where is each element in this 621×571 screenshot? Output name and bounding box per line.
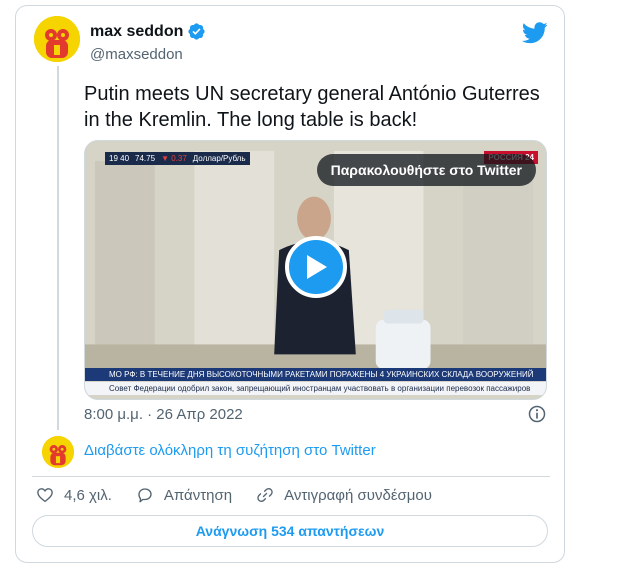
twitter-bird-icon[interactable] xyxy=(522,22,548,44)
reply-label: Απάντηση xyxy=(163,486,233,504)
thread-connector-line xyxy=(57,66,59,430)
ticker-value: 74.75 xyxy=(135,154,156,163)
news-subline-bar: Совет Федерации одобрил закон, запрещающ… xyxy=(85,382,546,395)
tweet-embed-card: max seddon @maxseddon Putin meets UN sec… xyxy=(15,5,565,563)
play-button[interactable] xyxy=(284,236,347,298)
tweet-timestamp[interactable]: 8:00 μ.μ. · 26 Απρ 2022 xyxy=(84,406,243,423)
author-name-row[interactable]: max seddon xyxy=(90,22,206,41)
video-media[interactable]: 19 40 74.75 ▼ 0.37 Доллар/Рубль РОССИЯ 2… xyxy=(84,140,547,400)
read-replies-button[interactable]: Ανάγνωση 534 απαντήσεων xyxy=(32,515,548,547)
like-count: 4,6 χιλ. xyxy=(64,486,112,504)
ticker-pair: Доллар/Рубль xyxy=(192,154,246,163)
reply-action[interactable]: Απάντηση xyxy=(136,486,232,504)
verified-badge-icon xyxy=(188,23,205,40)
heart-icon xyxy=(37,488,53,503)
ticker-change: ▼ 0.37 xyxy=(161,154,187,163)
author-handle[interactable]: @maxseddon xyxy=(90,46,183,63)
watch-on-twitter-button[interactable]: Παρακολουθήστε στο Twitter xyxy=(316,154,536,186)
play-icon xyxy=(306,255,327,279)
news-headline-bar: МО РФ: В ТЕЧЕНИЕ ДНЯ ВЫСОКОТОЧНЫМИ РАКЕТ… xyxy=(85,368,546,381)
author-display-name[interactable]: max seddon xyxy=(90,23,183,41)
speech-bubble-icon xyxy=(138,488,152,503)
copy-link-action[interactable]: Αντιγραφή συνδέσμου xyxy=(256,486,432,504)
tv-ticker: 19 40 74.75 ▼ 0.37 Доллар/Рубль xyxy=(105,152,250,165)
action-bar: 4,6 χιλ. Απάντηση Αντιγραφή συνδέσμου xyxy=(36,486,456,504)
divider xyxy=(32,476,550,477)
author-avatar[interactable] xyxy=(34,16,80,62)
thread-avatar[interactable] xyxy=(42,436,74,468)
link-icon xyxy=(257,487,273,503)
copy-link-label: Αντιγραφή συνδέσμου xyxy=(284,486,432,504)
read-full-thread-link[interactable]: Διαβάστε ολόκληρη τη συζήτηση στο Twitte… xyxy=(84,442,376,459)
like-action[interactable]: 4,6 χιλ. xyxy=(36,486,112,504)
tweet-text: Putin meets UN secretary general António… xyxy=(84,83,540,131)
ticker-time: 19 40 xyxy=(109,154,130,163)
info-icon[interactable] xyxy=(527,404,547,424)
